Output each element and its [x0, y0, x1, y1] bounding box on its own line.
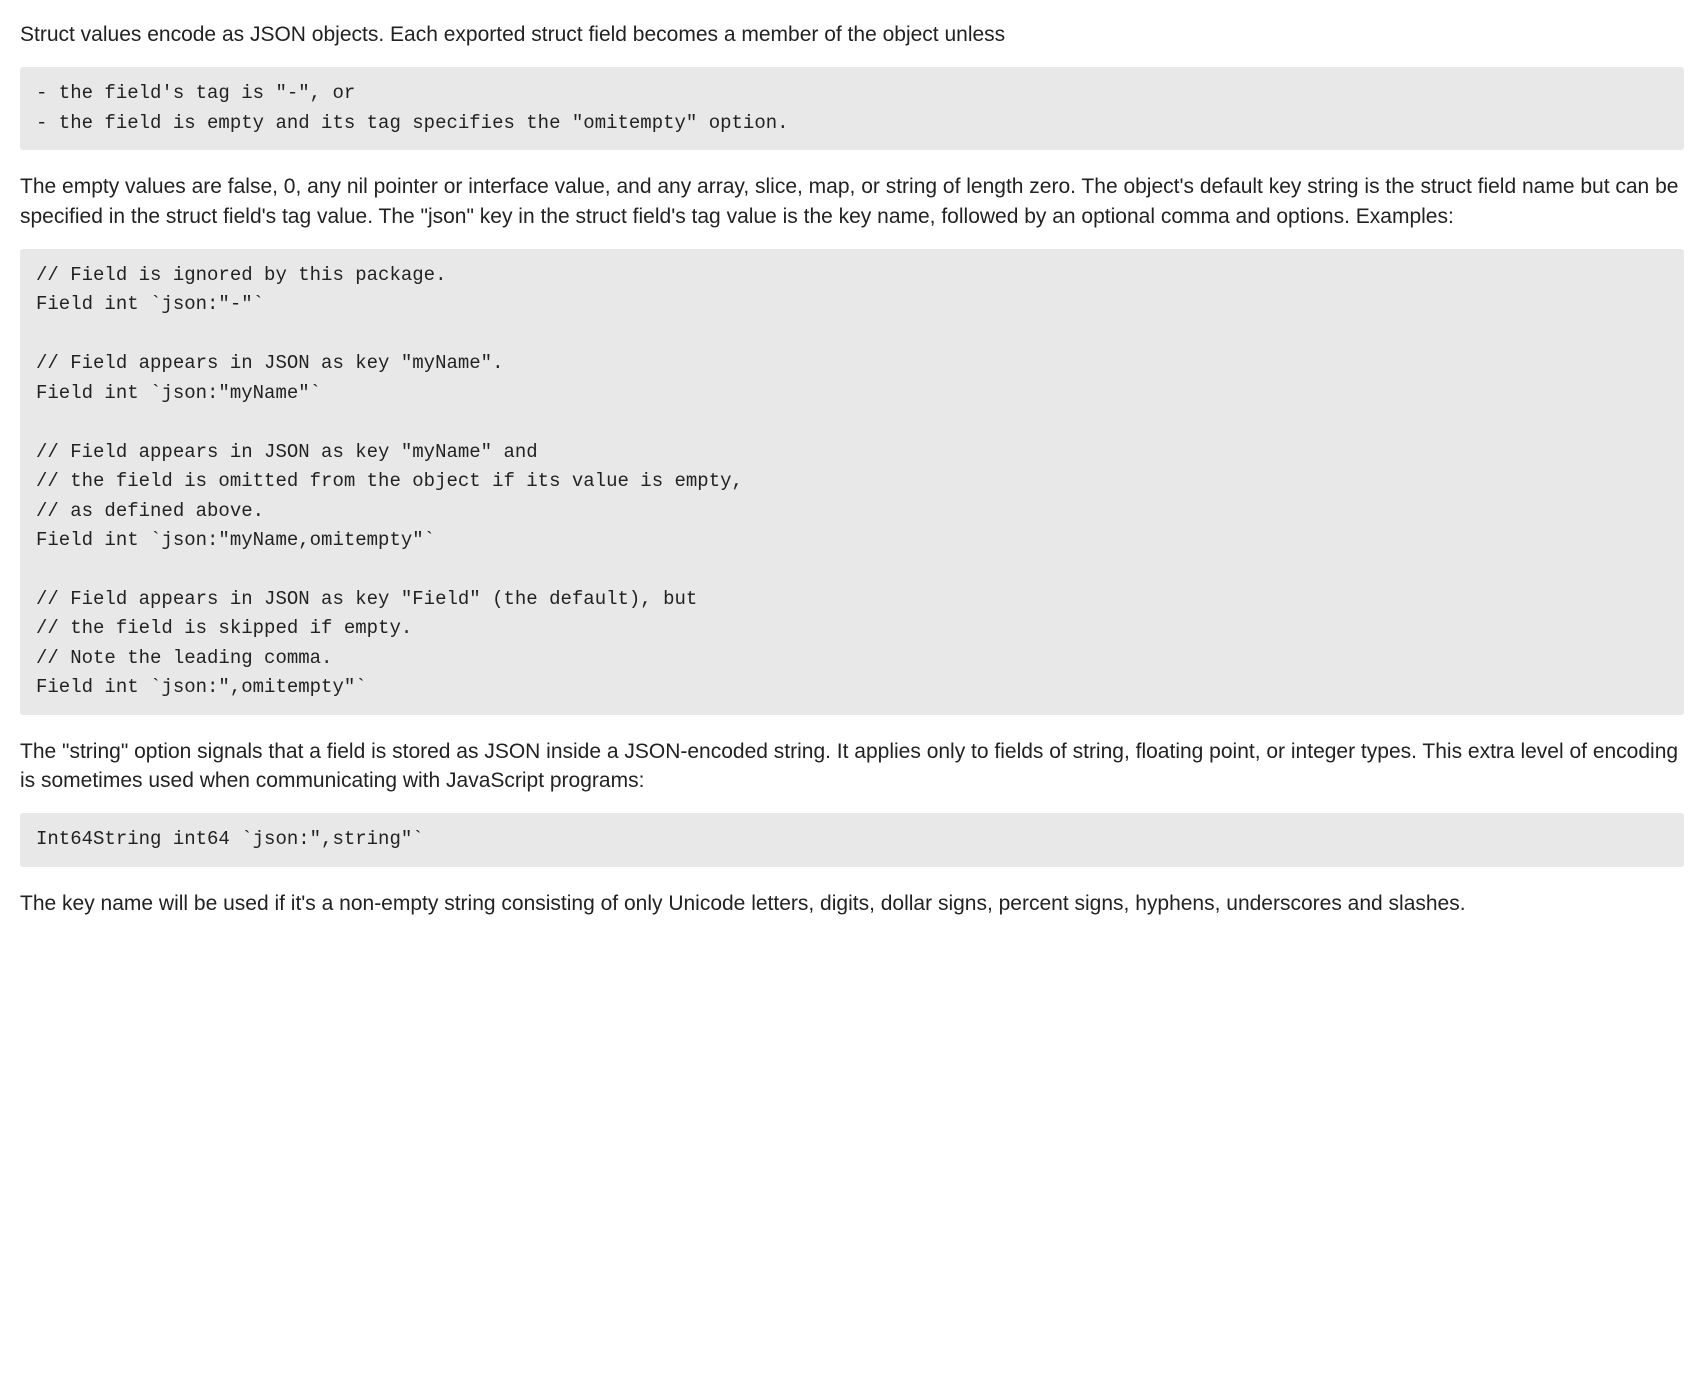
paragraph-key-name: The key name will be used if it's a non-…	[20, 889, 1684, 918]
paragraph-empty-values: The empty values are false, 0, any nil p…	[20, 172, 1684, 231]
code-block-examples[interactable]: // Field is ignored by this package. Fie…	[20, 249, 1684, 715]
code-block-string-option[interactable]: Int64String int64 `json:",string"`	[20, 813, 1684, 866]
code-block-conditions[interactable]: - the field's tag is "-", or - the field…	[20, 67, 1684, 150]
paragraph-string-option: The "string" option signals that a field…	[20, 737, 1684, 796]
paragraph-intro: Struct values encode as JSON objects. Ea…	[20, 20, 1684, 49]
